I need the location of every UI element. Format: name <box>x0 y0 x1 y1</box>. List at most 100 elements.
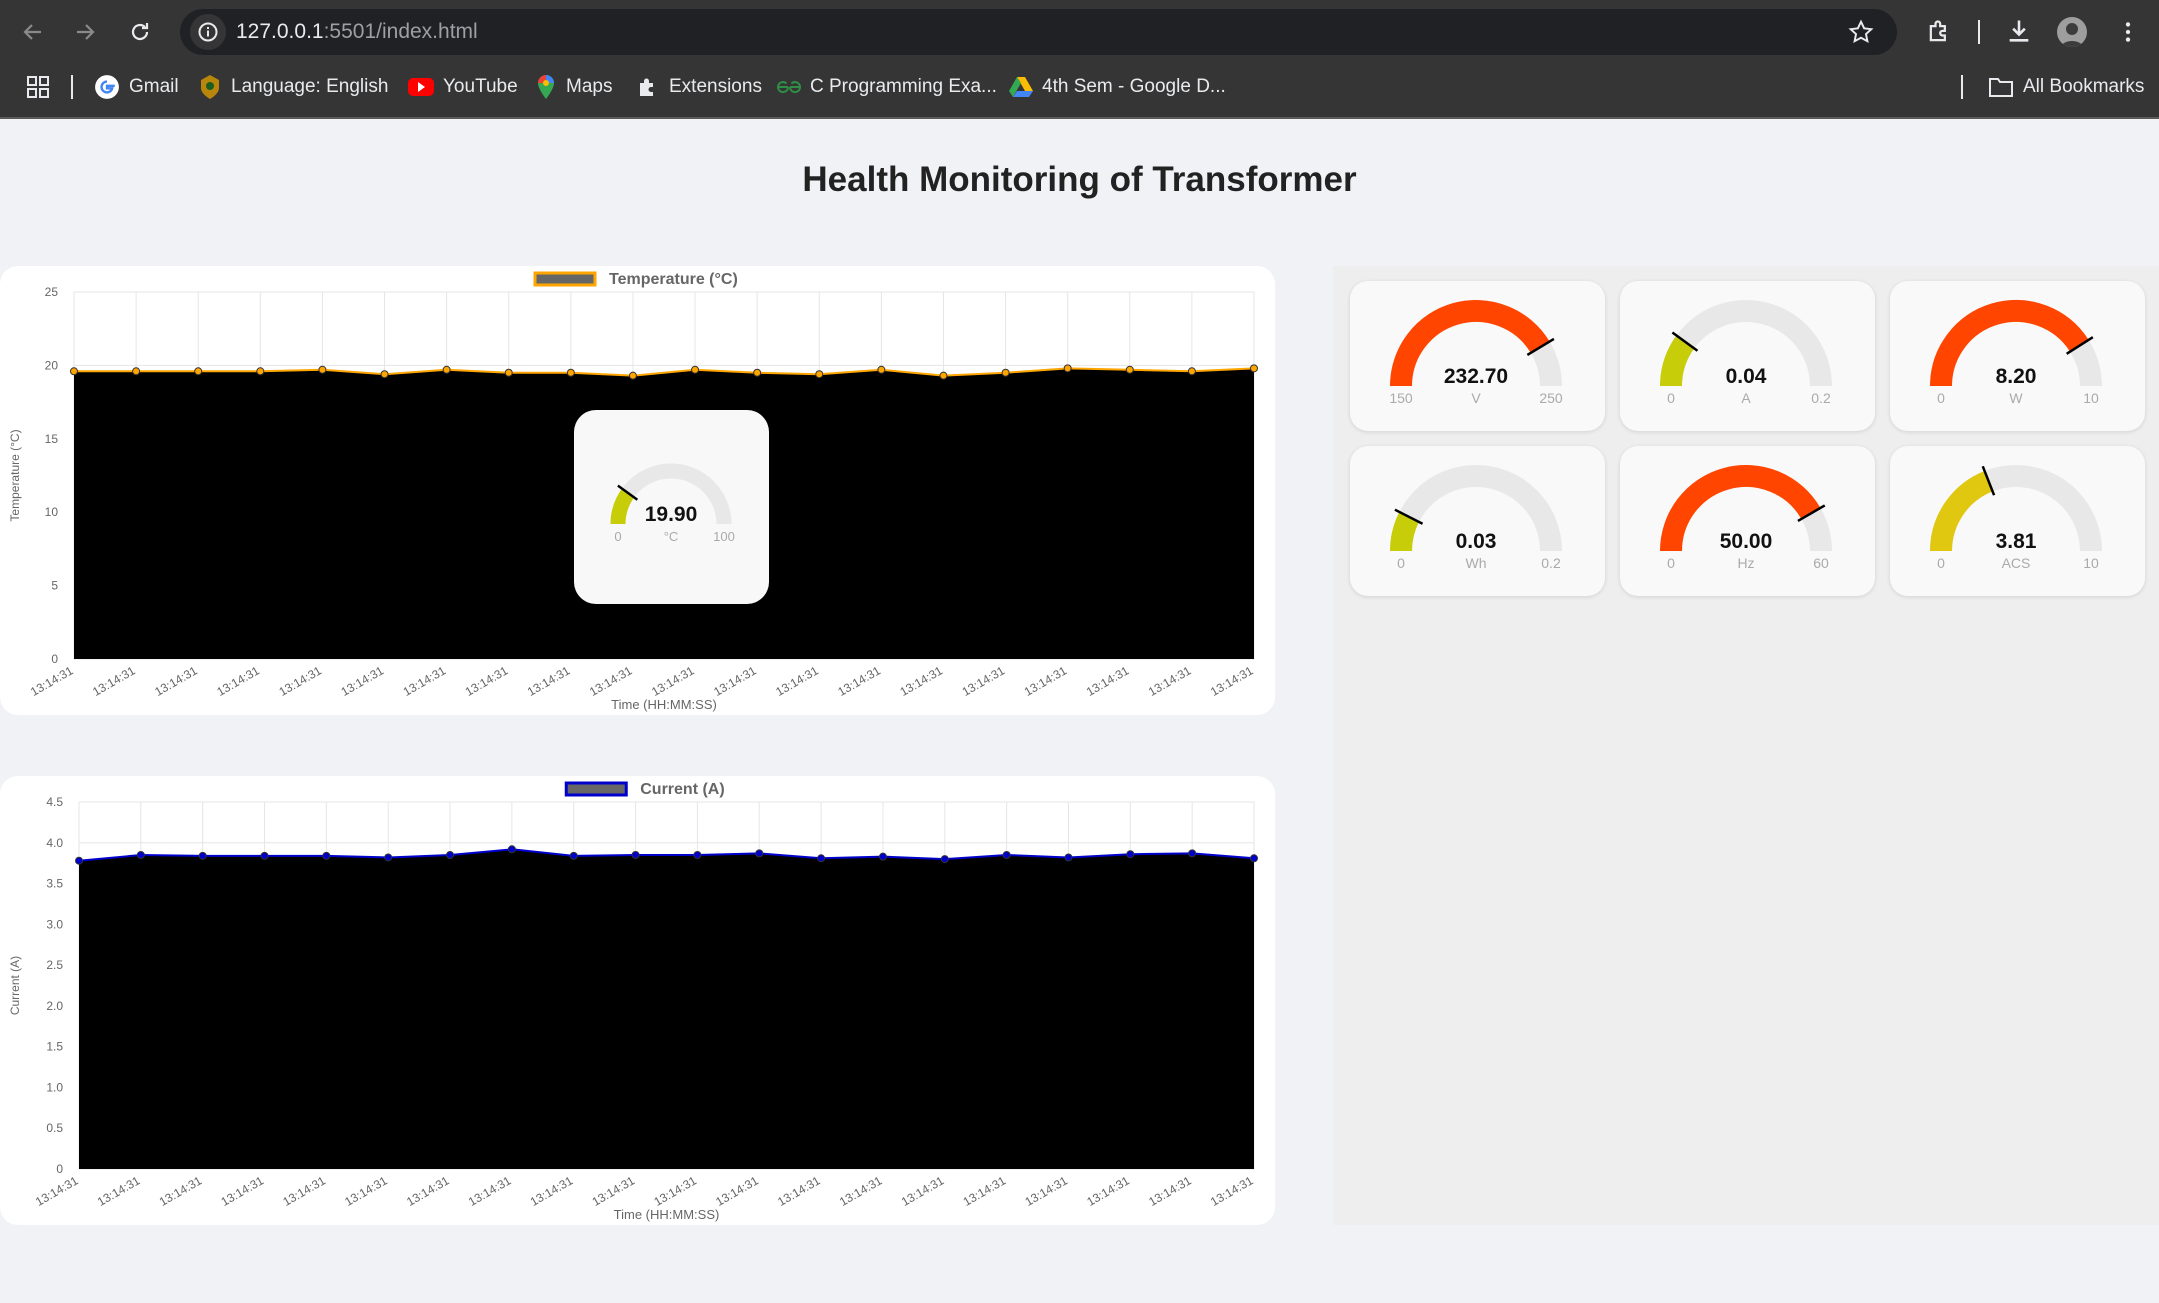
y-tick-label: 15 <box>45 432 59 446</box>
x-tick-label: 13:14:31 <box>775 1173 823 1209</box>
gauge-max: 0.2 <box>1811 390 1831 406</box>
avatar-icon <box>2061 23 2083 47</box>
browser-toolbar: 127.0.0.1:5501/index.html <box>0 0 2159 64</box>
bookmark-language[interactable]: Language: English <box>198 67 388 107</box>
x-tick-label: 13:14:31 <box>773 663 821 699</box>
data-point <box>566 368 575 377</box>
y-tick-label: 10 <box>45 505 59 519</box>
gauge-unit: Hz <box>1737 555 1754 571</box>
url-text[interactable]: 127.0.0.1:5501/index.html <box>236 20 478 44</box>
reload-button[interactable] <box>121 13 159 51</box>
x-tick-label: 13:14:31 <box>157 1173 205 1209</box>
gauge-max: 250 <box>1539 390 1563 406</box>
x-tick-label: 13:14:31 <box>898 663 946 699</box>
bookmarks-divider <box>71 75 73 99</box>
data-point <box>322 851 331 860</box>
x-tick-label: 13:14:31 <box>1146 1173 1194 1209</box>
bookmark-gmail[interactable]: Gmail <box>94 67 179 107</box>
y-tick-label: 3.5 <box>46 877 63 891</box>
data-point <box>569 851 578 860</box>
gauge-min: 0 <box>614 529 621 544</box>
gauge-panel: 232.70 V 150 250 0.04 A 0 0.2 8.20 W 0 10 0.03 Wh 0… <box>1333 266 2159 1225</box>
power-gauge-card: 8.20 W 0 10 <box>1890 281 2145 431</box>
data-point <box>1002 851 1011 860</box>
url-host: 127.0.0.1 <box>236 20 324 43</box>
y-tick-label: 25 <box>45 285 59 299</box>
more-menu-icon[interactable] <box>2115 19 2141 45</box>
gauge-unit: W <box>2009 390 2023 406</box>
data-point <box>504 368 513 377</box>
data-point <box>1188 849 1197 858</box>
gauge-unit: V <box>1471 390 1481 406</box>
x-tick-label: 13:14:31 <box>28 663 76 699</box>
x-tick-label: 13:14:31 <box>1208 1173 1256 1209</box>
y-tick-label: 0.5 <box>46 1121 63 1135</box>
y-tick-label: 20 <box>45 358 59 372</box>
bookmark-maps[interactable]: Maps <box>535 67 612 107</box>
data-point <box>136 851 145 860</box>
x-tick-label: 13:14:31 <box>960 663 1008 699</box>
gauge-value: 3.81 <box>1996 530 2037 553</box>
download-icon[interactable] <box>2005 17 2033 45</box>
star-icon[interactable] <box>1848 19 1874 45</box>
data-point <box>1001 368 1010 377</box>
x-tick-label: 13:14:31 <box>401 663 449 699</box>
data-point <box>446 851 455 860</box>
data-point <box>380 370 389 379</box>
frequency-gauge: 50.00 Hz 0 60 <box>1660 465 1832 571</box>
acs-gauge: 3.81 ACS 0 10 <box>1930 465 2102 571</box>
toolbar-divider <box>1978 20 1980 44</box>
bookmark-extensions[interactable]: Extensions <box>636 67 762 107</box>
x-tick-label: 13:14:31 <box>713 1173 761 1209</box>
data-point <box>1187 367 1196 376</box>
google-drive-icon <box>1009 77 1033 97</box>
apps-grid-icon[interactable] <box>26 75 50 99</box>
gauge-unit: ACS <box>2002 555 2031 571</box>
all-bookmarks-button[interactable]: All Bookmarks <box>1988 67 2144 107</box>
gauge-value: 50.00 <box>1720 530 1773 553</box>
forward-button[interactable] <box>66 13 104 51</box>
youtube-icon <box>408 78 434 96</box>
x-tick-label: 13:14:31 <box>835 663 883 699</box>
data-point <box>70 367 78 376</box>
google-icon <box>95 75 119 99</box>
data-point <box>877 365 886 374</box>
data-point <box>1126 850 1135 859</box>
back-button[interactable] <box>14 13 52 51</box>
gauge-min: 0 <box>1937 555 1945 571</box>
profile-avatar[interactable] <box>2057 17 2087 47</box>
data-point <box>691 365 700 374</box>
bookmark-google-drive[interactable]: 4th Sem - Google D... <box>1009 67 1226 107</box>
puzzle-icon <box>640 78 653 96</box>
data-point <box>815 370 824 379</box>
extensions-icon[interactable] <box>1925 18 1953 46</box>
gauge-min: 0 <box>1937 390 1945 406</box>
energy-gauge-card: 0.03 Wh 0 0.2 <box>1350 446 1605 596</box>
gauge-unit: Wh <box>1466 555 1487 571</box>
bookmark-c-programming[interactable]: C Programming Exa... <box>777 67 997 107</box>
url-path: :5501/index.html <box>323 20 478 43</box>
site-info-button[interactable] <box>190 14 226 50</box>
gauge-value: 8.20 <box>1996 365 2037 388</box>
data-point <box>384 853 393 862</box>
legend-label: Temperature (°C) <box>609 271 738 288</box>
x-tick-label: 13:14:31 <box>590 1173 638 1209</box>
data-point <box>817 854 826 863</box>
current-chart: Current (A) 0 0.5 1.0 1.5 2.0 2.5 3.0 3.5 4.0 4.5 1… <box>8 781 1258 1222</box>
gauge-fill <box>1930 470 1994 552</box>
bookmark-label: YouTube <box>443 76 518 97</box>
bookmark-youtube[interactable]: YouTube <box>408 67 518 107</box>
data-point <box>132 367 141 376</box>
geeksforgeeks-icon <box>777 81 801 94</box>
x-tick-label: 13:14:31 <box>152 663 200 699</box>
y-axis-title: Temperature (°C) <box>8 429 22 521</box>
data-point <box>940 855 949 864</box>
address-bar[interactable]: 127.0.0.1:5501/index.html <box>180 9 1897 55</box>
gauge-value: 0.04 <box>1726 365 1767 388</box>
data-point <box>755 849 764 858</box>
x-tick-label: 13:14:31 <box>1023 1173 1071 1209</box>
y-tick-label: 4.0 <box>46 836 63 850</box>
y-axis-title: Current (A) <box>8 956 22 1015</box>
y-tick-label: 3.0 <box>46 917 63 931</box>
gauge-min: 150 <box>1389 390 1413 406</box>
